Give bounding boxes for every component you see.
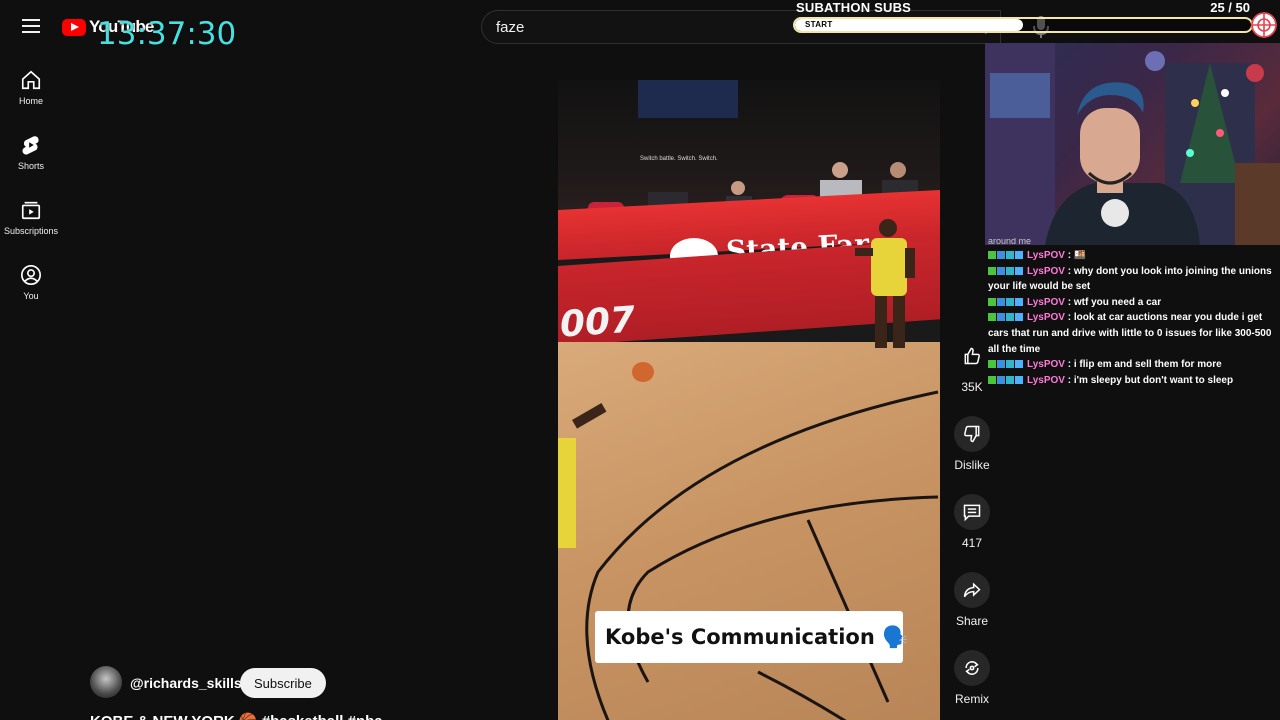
share-label: Share [955, 614, 989, 628]
remix-label: Remix [954, 692, 989, 706]
chat-text: : i'm sleepy but don't want to sleep [1064, 374, 1234, 386]
player-figure [855, 219, 915, 348]
basketball [632, 362, 654, 382]
nav-item-label: Shorts [17, 161, 44, 171]
youtube-play-icon [62, 18, 86, 36]
video-title[interactable]: KOBE & NEW YORK 🏀 #basketball #nba [90, 712, 383, 720]
chat-username[interactable]: LysPOV [1027, 250, 1065, 261]
channel-avatar[interactable] [90, 666, 122, 698]
chat-badges-icon [988, 310, 1024, 326]
subathon-start-label: START [805, 20, 833, 29]
streamer-webcam [985, 43, 1280, 245]
shorts-video-player[interactable]: Switch battle. Switch. Switch. State Far… [558, 80, 940, 720]
shorts-icon [22, 136, 39, 155]
crosshair-logo-icon [1251, 12, 1277, 38]
nav-item-label: You [23, 291, 39, 301]
comment-count: 417 [961, 536, 983, 550]
side-nav: Home Shorts Subscriptions You [0, 58, 62, 318]
comments-button[interactable]: 417 [946, 494, 998, 550]
chat-message: LysPOV : i'm sleepy but don't want to sl… [988, 373, 1278, 389]
chat-message: LysPOV : i flip em and sell them for mor… [988, 357, 1278, 373]
nav-item-label: Home [18, 96, 43, 106]
video-caption: Kobe's Communication 🗣️ [595, 611, 908, 663]
nav-item-subscriptions[interactable]: Subscriptions [0, 188, 62, 253]
chat-message: LysPOV : wtf you need a car [988, 295, 1278, 311]
chat-badges-icon [988, 295, 1024, 311]
chat-username[interactable]: LysPOV [1027, 312, 1065, 323]
nav-item-you[interactable]: You [0, 253, 62, 318]
chat-text: : 🍱 [1064, 250, 1087, 261]
court-baseline-text: 007 [558, 299, 637, 346]
remix-button[interactable]: Remix [946, 650, 998, 706]
like-count: 35K [961, 380, 983, 394]
thumbs-up-icon [964, 347, 980, 365]
chat-message: LysPOV : 🍱 [988, 248, 1278, 264]
player-figure-left [558, 403, 607, 548]
chat-username[interactable]: LysPOV [1027, 375, 1065, 386]
chat-cut-line: around me [988, 238, 1032, 246]
chat-badges-icon [988, 373, 1024, 389]
webcam-scene [985, 43, 1280, 245]
home-icon [21, 70, 41, 90]
dislike-label: Dislike [954, 458, 990, 472]
chat-badges-icon [988, 264, 1024, 280]
nav-item-shorts[interactable]: Shorts [0, 123, 62, 188]
share-icon [963, 582, 981, 598]
menu-icon[interactable] [18, 15, 44, 39]
share-button[interactable]: Share [946, 572, 998, 628]
chat-message-list: LysPOV : 🍱 LysPOV : why dont you look int… [988, 248, 1278, 388]
thumbs-down-icon [964, 425, 980, 443]
subathon-count: 25 / 50 [1210, 0, 1250, 15]
stream-clock: 13:37:30 [97, 16, 237, 52]
user-icon [21, 265, 41, 285]
nav-item-label: Subscriptions [3, 226, 59, 236]
comment-icon [963, 504, 981, 522]
subscribe-button[interactable]: Subscribe [240, 668, 326, 698]
chat-badges-icon [988, 248, 1024, 264]
chat-username[interactable]: LysPOV [1027, 359, 1065, 370]
chat-message: LysPOV : why dont you look into joining … [988, 264, 1278, 295]
stream-chat: around me LysPOV : 🍱 LysPOV : why dont yo… [988, 238, 1278, 388]
video-subtitle: Switch battle. Switch. Switch. [640, 156, 718, 162]
subathon-progress-bar: START [793, 17, 1253, 33]
channel-handle[interactable]: @richards_skills [130, 675, 242, 691]
nav-item-home[interactable]: Home [0, 58, 62, 123]
chat-badges-icon [988, 357, 1024, 373]
chat-username[interactable]: LysPOV [1027, 266, 1065, 277]
subscriptions-icon [21, 201, 41, 220]
subathon-title: SUBATHON SUBS [796, 0, 912, 15]
dislike-button[interactable]: Dislike [946, 416, 998, 472]
remix-icon [965, 661, 979, 675]
search-input[interactable] [496, 18, 796, 36]
chat-username[interactable]: LysPOV [1027, 297, 1065, 308]
chat-message: LysPOV : look at car auctions near you d… [988, 310, 1278, 357]
chat-text: : i flip em and sell them for more [1064, 359, 1222, 371]
chat-text: : wtf you need a car [1064, 296, 1162, 308]
